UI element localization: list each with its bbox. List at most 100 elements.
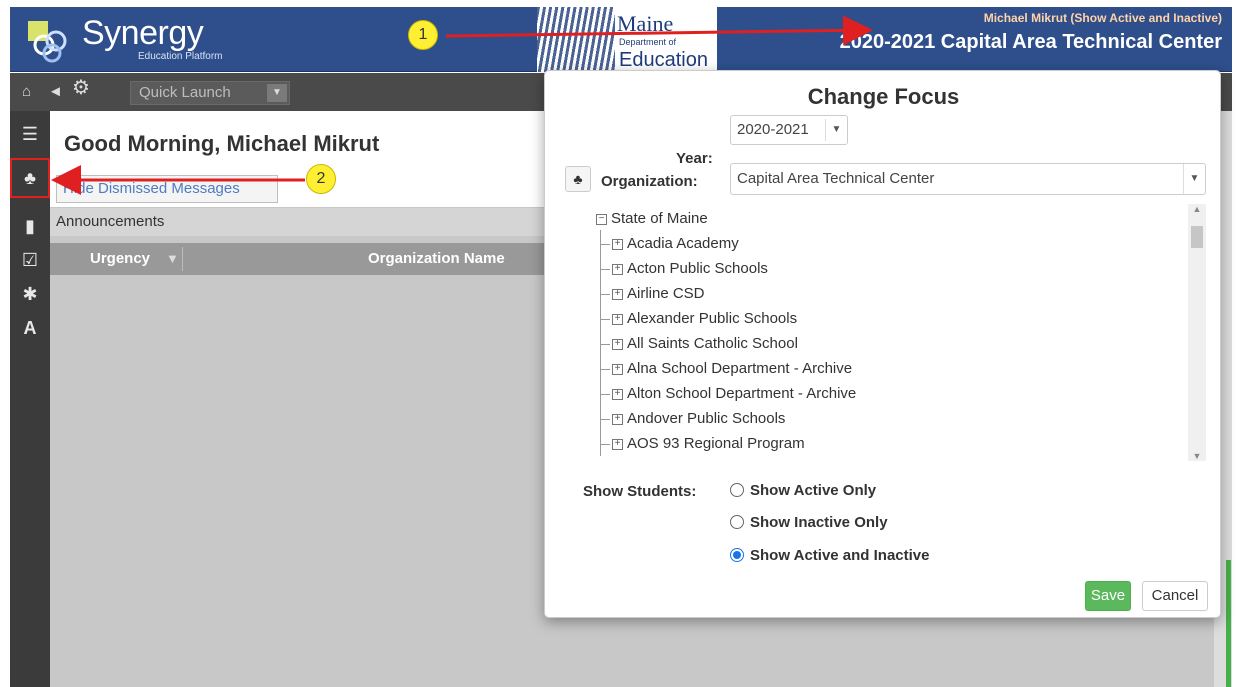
org-tree-button[interactable]: ♣ xyxy=(565,166,591,192)
organization-label: Organization: xyxy=(601,173,698,190)
tree-node[interactable]: + Acadia Academy xyxy=(600,231,739,256)
tree-node[interactable]: + All Saints Catholic School xyxy=(600,331,798,356)
tree-branch xyxy=(600,443,610,445)
hide-dismissed-button[interactable]: Hide Dismissed Messages xyxy=(56,175,278,203)
expand-icon[interactable]: + xyxy=(612,263,623,275)
chevron-down-icon[interactable]: ▼ xyxy=(825,119,847,141)
year-value: 2020-2021 xyxy=(737,121,809,138)
column-organization-name[interactable]: Organization Name xyxy=(368,243,505,275)
expand-icon[interactable]: + xyxy=(612,338,623,350)
user-focus-link[interactable]: Michael Mikrut (Show Active and Inactive… xyxy=(984,11,1222,25)
maine-education: Education xyxy=(619,49,708,71)
asterisk-icon[interactable]: ✱ xyxy=(10,277,50,311)
scroll-thumb[interactable] xyxy=(1191,226,1203,248)
tree-node-label: Airline CSD xyxy=(627,285,705,302)
tree-node[interactable]: + Airline CSD xyxy=(600,281,705,306)
expand-icon[interactable]: + xyxy=(612,388,623,400)
tree-node-label: Alton School Department - Archive xyxy=(627,385,857,402)
tree-icon[interactable]: ♣ xyxy=(10,158,50,198)
filter-icon[interactable]: ▼ xyxy=(166,243,179,275)
quick-launch-placeholder: Quick Launch xyxy=(139,84,231,101)
save-button[interactable]: Save xyxy=(1085,581,1131,611)
expand-icon[interactable]: + xyxy=(612,363,623,375)
expand-icon[interactable]: + xyxy=(612,438,623,450)
tree-branch xyxy=(600,368,610,370)
tree-node-label: Andover Public Schools xyxy=(627,410,786,427)
tree-node-label: Acadia Academy xyxy=(627,235,739,252)
cancel-button[interactable]: Cancel xyxy=(1142,581,1208,611)
tree-scrollbar[interactable]: ▲ ▼ xyxy=(1188,204,1206,461)
tree-node[interactable]: + Alna School Department - Archive xyxy=(600,356,852,381)
tree-branch xyxy=(600,393,610,395)
screen: Synergy Education Platform Maine Departm… xyxy=(0,0,1243,687)
radio-button[interactable] xyxy=(730,515,744,530)
tree-node[interactable]: + Acton Public Schools xyxy=(600,256,768,281)
tree-node-label: Alna School Department - Archive xyxy=(627,360,853,377)
maine-rays-graphic xyxy=(537,7,615,72)
maine-title: Maine xyxy=(617,11,674,36)
tree-branch xyxy=(600,418,610,420)
tree-node-root[interactable]: − State of Maine xyxy=(596,206,708,231)
tree-node-label: All Saints Catholic School xyxy=(627,335,798,352)
column-divider xyxy=(182,247,183,271)
expand-icon[interactable]: + xyxy=(612,288,623,300)
expand-icon[interactable]: + xyxy=(612,413,623,425)
logo-subtitle: Education Platform xyxy=(138,51,223,62)
gears-icon[interactable]: ⚙ xyxy=(72,78,90,98)
organization-select[interactable]: Capital Area Technical Center ▼ xyxy=(730,163,1206,195)
expand-icon[interactable]: + xyxy=(612,313,623,325)
scroll-down-icon[interactable]: ▼ xyxy=(1188,451,1206,461)
top-header: Synergy Education Platform Maine Departm… xyxy=(10,7,1232,72)
tree-branch xyxy=(600,243,610,245)
radio-label: Show Active Only xyxy=(750,482,877,499)
green-edge-strip xyxy=(1226,560,1231,687)
radio-show-inactive-only[interactable]: Show Inactive Only xyxy=(730,512,888,534)
show-students-label: Show Students: xyxy=(583,483,697,500)
radio-button-selected[interactable] xyxy=(730,548,744,563)
radio-label: Show Active and Inactive xyxy=(750,547,930,564)
tree-node[interactable]: + Andover Public Schools xyxy=(600,406,785,431)
home-icon[interactable]: ⌂ xyxy=(22,83,31,101)
organization-tree: − State of Maine + Acadia Academy + Acton P… xyxy=(560,204,1206,461)
change-focus-dialog: Change Focus Year: 2020-2021 ▼ ♣ Organiz… xyxy=(544,70,1221,618)
tree-node-label: AOS 93 Regional Program xyxy=(627,435,805,452)
tree-node-label: Acton Public Schools xyxy=(627,260,768,277)
radio-button[interactable] xyxy=(730,483,744,498)
chevron-down-icon[interactable]: ▼ xyxy=(267,84,287,102)
tree-node-label: State of Maine xyxy=(611,210,708,227)
checkbox-icon[interactable]: ☑ xyxy=(10,243,50,277)
road-icon[interactable]: A xyxy=(10,311,50,345)
bookmark-icon[interactable]: ▮ xyxy=(10,209,50,243)
radio-show-active-and-inactive[interactable]: Show Active and Inactive xyxy=(730,545,930,567)
scroll-up-icon[interactable]: ▲ xyxy=(1188,204,1206,214)
radio-show-active-only[interactable]: Show Active Only xyxy=(730,480,876,502)
megaphone-icon[interactable]: ◄ xyxy=(48,83,63,101)
logo-text: Synergy xyxy=(82,14,204,52)
tree-node-label: Alexander Public Schools xyxy=(627,310,798,327)
maine-dept: Department of xyxy=(619,37,677,47)
quick-launch-input[interactable]: Quick Launch ▼ xyxy=(130,81,290,105)
tree-branch xyxy=(600,293,610,295)
organization-value: Capital Area Technical Center xyxy=(737,170,935,187)
column-urgency[interactable]: Urgency xyxy=(90,243,150,275)
tree-branch xyxy=(600,268,610,270)
expand-icon[interactable]: + xyxy=(612,238,623,250)
org-focus-link[interactable]: 2020-2021 Capital Area Technical Center xyxy=(840,31,1222,54)
collapse-icon[interactable]: − xyxy=(596,213,607,225)
synergy-logo-icon xyxy=(28,21,67,63)
annotation-badge-1: 1 xyxy=(408,20,438,50)
annotation-badge-2: 2 xyxy=(306,164,336,194)
chevron-down-icon[interactable]: ▼ xyxy=(1183,164,1205,194)
tree-node[interactable]: + Alton School Department - Archive xyxy=(600,381,856,406)
radio-label: Show Inactive Only xyxy=(750,514,888,531)
tree-branch xyxy=(600,318,610,320)
tree-branch xyxy=(600,343,610,345)
sidebar: ☰ ♣ ▮ ☑ ✱ A xyxy=(10,111,50,687)
tree-node[interactable]: + Alexander Public Schools xyxy=(600,306,797,331)
year-select[interactable]: 2020-2021 ▼ xyxy=(730,115,848,145)
page-title: Good Morning, Michael Mikrut xyxy=(64,131,380,156)
menu-icon[interactable]: ☰ xyxy=(10,117,50,151)
year-label: Year: xyxy=(676,150,713,167)
tree-node[interactable]: + AOS 93 Regional Program xyxy=(600,431,805,456)
maine-doe-logo: Maine Department of Education xyxy=(537,7,717,72)
